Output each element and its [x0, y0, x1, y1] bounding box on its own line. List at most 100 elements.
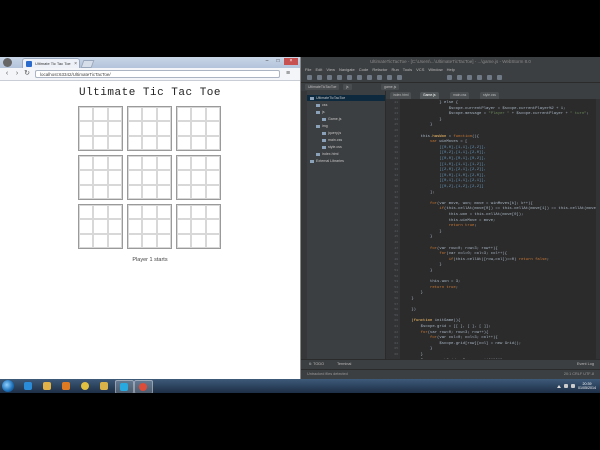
board-cell[interactable]	[93, 135, 108, 150]
board-cell[interactable]	[142, 170, 157, 185]
project-tree-item[interactable]: External Libraries	[310, 158, 344, 164]
board-cell[interactable]	[142, 219, 157, 234]
board-cell[interactable]	[142, 121, 157, 136]
board-cell[interactable]	[156, 156, 171, 171]
project-tree-item[interactable]: UltimateTicTacToe	[307, 95, 385, 101]
board-cell[interactable]	[156, 205, 171, 220]
board-cell[interactable]	[156, 170, 171, 185]
editor-tab[interactable]: main.css	[450, 92, 470, 99]
board-cell[interactable]	[93, 170, 108, 185]
board-cell[interactable]	[107, 107, 122, 122]
board-cell[interactable]	[191, 184, 206, 199]
debug-icon[interactable]	[477, 75, 482, 80]
explorer-taskbar-button[interactable]	[39, 380, 56, 392]
board-cell[interactable]	[128, 170, 143, 185]
start-orb-icon[interactable]	[2, 380, 14, 392]
board-cell[interactable]	[128, 107, 143, 122]
board-cell[interactable]	[107, 219, 122, 234]
tray-expand-icon[interactable]	[557, 384, 561, 388]
board-cell[interactable]	[177, 205, 192, 220]
board-cell[interactable]	[205, 219, 220, 234]
tab-close-icon[interactable]: ×	[74, 59, 77, 68]
code-editor[interactable]: index.html Game.js main.css style.css 21 22 2…	[386, 91, 600, 359]
project-tree-item[interactable]: main.css	[322, 137, 342, 143]
terminal-tab[interactable]: Terminal	[337, 362, 351, 366]
board-cell[interactable]	[205, 233, 220, 248]
board-cell[interactable]	[93, 107, 108, 122]
board-cell[interactable]	[156, 121, 171, 136]
help-icon[interactable]	[497, 75, 502, 80]
board-cell[interactable]	[107, 184, 122, 199]
minimize-button[interactable]: –	[262, 58, 272, 65]
board-cell[interactable]	[156, 184, 171, 199]
board-cell[interactable]	[107, 233, 122, 248]
board-cell[interactable]	[128, 233, 143, 248]
menu-item[interactable]: Navigate	[339, 66, 355, 73]
board-cell[interactable]	[93, 121, 108, 136]
sync-icon[interactable]	[327, 75, 332, 80]
board-cell[interactable]	[128, 156, 143, 171]
board-cell[interactable]	[93, 219, 108, 234]
board-cell[interactable]	[142, 205, 157, 220]
board-cell[interactable]	[142, 233, 157, 248]
board-cell[interactable]	[177, 184, 192, 199]
board-cell[interactable]	[79, 170, 94, 185]
board-cell[interactable]	[107, 135, 122, 150]
board-cell[interactable]	[177, 219, 192, 234]
project-tree-item[interactable]: jquery.js	[322, 130, 341, 136]
board-cell[interactable]	[205, 107, 220, 122]
board-cell[interactable]	[177, 135, 192, 150]
board-cell[interactable]	[128, 121, 143, 136]
editor-tab[interactable]: index.html	[390, 92, 412, 99]
board-cell[interactable]	[79, 107, 94, 122]
find-icon[interactable]	[387, 75, 392, 80]
cut-icon[interactable]	[357, 75, 362, 80]
board-cell[interactable]	[107, 156, 122, 171]
save-icon[interactable]	[317, 75, 322, 80]
menu-item[interactable]: File	[305, 66, 311, 73]
redo-icon[interactable]	[347, 75, 352, 80]
menu-item[interactable]: VCS	[416, 66, 424, 73]
board-cell[interactable]	[191, 219, 206, 234]
forward-icon[interactable]	[457, 75, 462, 80]
board-cell[interactable]	[93, 156, 108, 171]
board-cell[interactable]	[79, 233, 94, 248]
board-cell[interactable]	[191, 205, 206, 220]
menu-item[interactable]: Run	[391, 66, 398, 73]
board-cell[interactable]	[128, 219, 143, 234]
copy-icon[interactable]	[367, 75, 372, 80]
board-cell[interactable]	[205, 121, 220, 136]
board-cell[interactable]	[107, 121, 122, 136]
menu-item[interactable]: View	[326, 66, 335, 73]
board-cell[interactable]	[177, 170, 192, 185]
board-cell[interactable]	[128, 184, 143, 199]
board-cell[interactable]	[191, 233, 206, 248]
board-cell[interactable]	[177, 233, 192, 248]
menu-item[interactable]: Tools	[403, 66, 412, 73]
menu-item[interactable]: Refactor	[372, 66, 387, 73]
project-tree-item[interactable]: index.html	[316, 151, 338, 157]
board-cell[interactable]	[107, 170, 122, 185]
board-cell[interactable]	[93, 184, 108, 199]
run-icon[interactable]	[467, 75, 472, 80]
breadcrumb-item[interactable]: js	[343, 84, 352, 90]
board-cell[interactable]	[156, 135, 171, 150]
editor-tab[interactable]: Game.js	[420, 92, 439, 99]
board-cell[interactable]	[191, 170, 206, 185]
board-cell[interactable]	[107, 205, 122, 220]
settings-icon[interactable]	[487, 75, 492, 80]
board-cell[interactable]	[79, 156, 94, 171]
board-cell[interactable]	[142, 107, 157, 122]
webstorm-taskbar-button[interactable]	[115, 380, 134, 393]
board-cell[interactable]	[79, 121, 94, 136]
chrome-active-taskbar-button[interactable]	[134, 380, 153, 393]
project-tree-item[interactable]: js	[316, 109, 325, 115]
menu-item[interactable]: Window	[428, 66, 442, 73]
network-icon[interactable]	[564, 384, 568, 388]
board-cell[interactable]	[156, 233, 171, 248]
board-cell[interactable]	[205, 184, 220, 199]
board-cell[interactable]	[156, 219, 171, 234]
board-cell[interactable]	[177, 121, 192, 136]
new-tab-button[interactable]	[80, 60, 95, 68]
open-icon[interactable]	[307, 75, 312, 80]
